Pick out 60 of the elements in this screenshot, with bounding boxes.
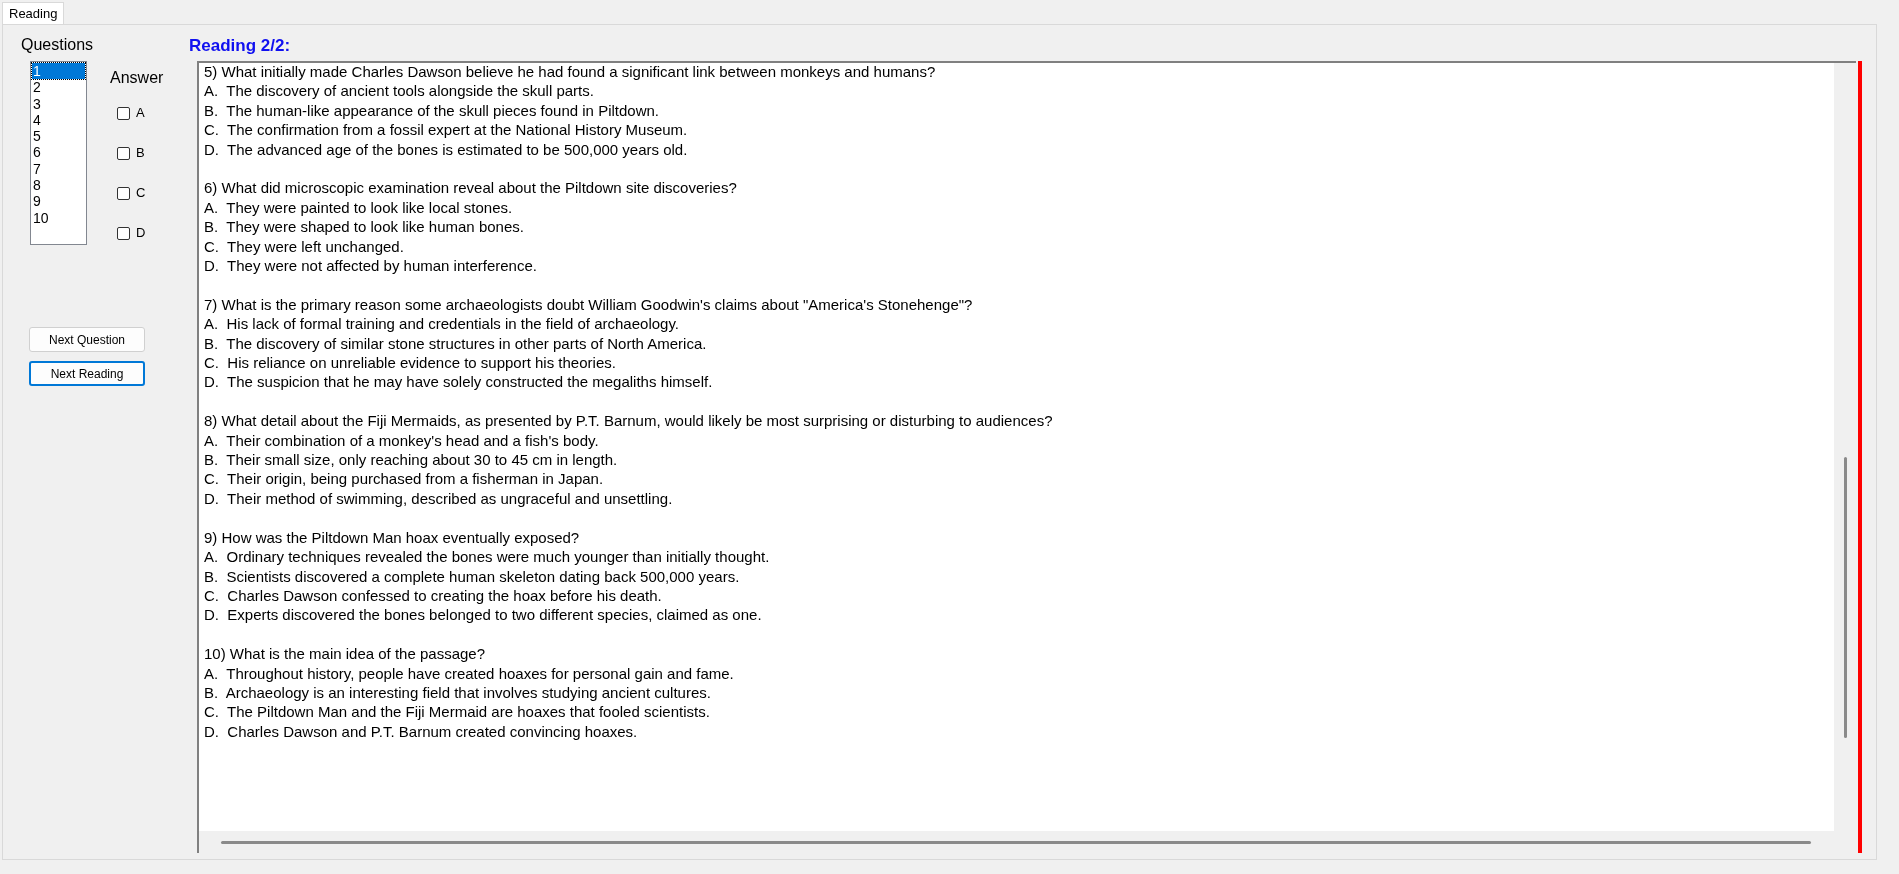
option-text: D. The suspicion that he may have solely constructed the megaliths himself. (204, 372, 713, 392)
list-item[interactable]: 4 (32, 111, 85, 129)
checkbox-label: C (136, 185, 146, 201)
list-item[interactable]: 1 (32, 63, 85, 80)
list-item[interactable]: 3 (32, 95, 85, 112)
option-text: C. Their origin, being purchased from a fisherman in Japan. (204, 469, 604, 489)
option-text: A. The discovery of ancient tools alongside the skull parts. (204, 81, 594, 101)
checkbox[interactable] (117, 146, 130, 160)
list-item[interactable]: 9 (32, 193, 85, 210)
list-item[interactable]: 8 (32, 177, 85, 194)
option-text: B. Archaeology is an interesting field that involves studying ancient cultures. (204, 682, 711, 703)
question-text: 9) How was the Piltdown Man hoax eventually exposed? (204, 527, 580, 548)
option-text: B. Their small size, only reaching about 30 to 45 cm in length. (204, 450, 618, 470)
option-text: A. Throughout history, people have created hoaxes for personal gain and fame. (204, 663, 734, 683)
option-text: B. The discovery of similar stone structures in other parts of North America. (204, 333, 707, 354)
checkbox-label: B (136, 145, 145, 161)
option-text: D. Their method of swimming, described as ungraceful and unsettling. (204, 488, 673, 509)
question-text: 5) What initially made Charles Dawson believe he had found a significant link between monkeys and humans? (204, 62, 936, 82)
checkbox-label: D (136, 225, 146, 241)
list-item[interactable]: 10 (32, 209, 85, 226)
scrollbar-thumb[interactable] (1843, 457, 1847, 738)
option-text: D. Charles Dawson and P.T. Barnum created convincing hoaxes. (204, 721, 638, 742)
option-text: A. Ordinary techniques revealed the bones were much younger than initially thought. (204, 547, 770, 567)
option-text: A. His lack of formal training and credentials in the field of archaeology. (204, 314, 679, 334)
option-text: A. Their combination of a monkey's head and a fish's body. (204, 430, 599, 451)
option-text: D. Experts discovered the bones belonged to two different species, claimed as one. (204, 605, 762, 625)
option-text: A. They were painted to look like local stones. (204, 197, 513, 218)
list-item[interactable]: 7 (32, 160, 85, 178)
option-text: C. His reliance on unreliable evidence to support his theories. (204, 353, 616, 373)
question-text: 8) What detail about the Fiji Mermaids, as presented by P.T. Barnum, would likely be most surprising or disturbing to audiences? (204, 411, 1053, 431)
checkbox[interactable] (117, 186, 130, 200)
option-text: D. The advanced age of the bones is estimated to be 500,000 years old. (204, 139, 688, 160)
option-text: C. The confirmation from a fossil expert at the National History Museum. (204, 120, 688, 140)
tab[interactable]: Reading (2, 2, 65, 24)
answer-label: Answer (110, 68, 164, 88)
option-text: B. Scientists discovered a complete human skeleton dating back 500,000 years. (204, 566, 740, 586)
option-text: D. They were not affected by human interference. (204, 256, 537, 276)
next-button[interactable]: Next Reading (29, 361, 145, 386)
question-text: 6) What did microscopic examination reveal about the Piltdown site discoveries? (204, 178, 737, 198)
scrollbar-thumb[interactable] (221, 840, 1811, 844)
option-text: B. They were shaped to look like human bones. (204, 217, 524, 237)
question-list[interactable]: 1 2 3 4 5 6 7 8 9 10 (30, 61, 87, 245)
questions-label: Questions (21, 35, 95, 55)
reading-title: Reading 2/2: (189, 36, 292, 56)
next-button[interactable]: Next Question (29, 327, 145, 352)
checkbox[interactable] (117, 106, 130, 120)
list-item[interactable]: 5 (32, 128, 85, 145)
question-text: 7) What is the primary reason some archaeologists doubt William Goodwin's claims about "America's Stonehenge"? (204, 294, 973, 315)
question-text: 10) What is the main idea of the passage? (204, 644, 485, 664)
option-text: C. The Piltdown Man and the Fiji Mermaid are hoaxes that fooled scientists. (204, 702, 710, 722)
checkbox[interactable] (117, 226, 130, 240)
horizontal-scrollbar[interactable] (199, 831, 1856, 853)
vertical-scrollbar[interactable] (1834, 63, 1856, 831)
option-text: B. The human-like appearance of the skull pieces found in Piltdown. (204, 100, 659, 121)
list-item[interactable]: 2 (32, 79, 85, 96)
checkbox-label: A (136, 105, 145, 121)
list-item[interactable]: 6 (32, 144, 85, 161)
passage-text-box[interactable] (197, 61, 1856, 853)
option-text: C. They were left unchanged. (204, 236, 404, 257)
option-text: C. Charles Dawson confessed to creating the hoax before his death. (204, 585, 662, 606)
